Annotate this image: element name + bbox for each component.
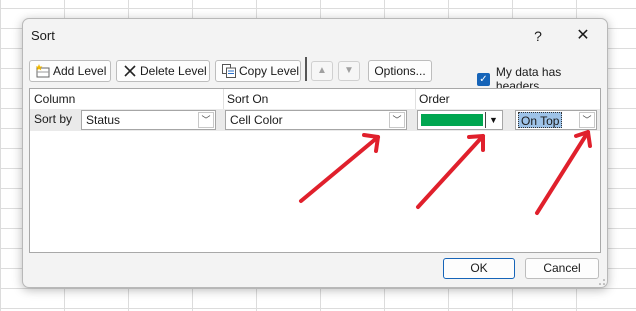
red-arrow-annotation: [535, 130, 592, 215]
red-arrow-annotation: [299, 133, 380, 203]
red-arrow-annotation: [416, 134, 485, 209]
annotation-overlay: [299, 130, 592, 215]
